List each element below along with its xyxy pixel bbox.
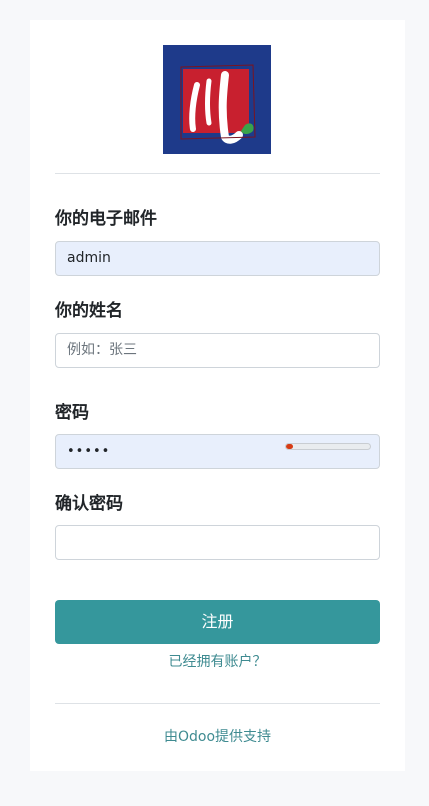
password-field[interactable]: •••••	[55, 434, 380, 469]
top-divider	[55, 173, 380, 174]
powered-by-link[interactable]: 由Odoo提供支持	[55, 726, 380, 746]
confirm-password-label: 确认密码	[55, 494, 123, 514]
password-mask: •••••	[67, 444, 111, 459]
password-label: 密码	[55, 403, 89, 423]
email-field[interactable]: admin	[55, 241, 380, 276]
name-label: 你的姓名	[55, 301, 123, 321]
password-strength-meter	[285, 443, 371, 450]
login-link[interactable]: 已经拥有账户？	[55, 651, 380, 671]
email-value: admin	[67, 250, 111, 266]
email-label: 你的电子邮件	[55, 209, 157, 229]
password-strength-fill	[286, 444, 293, 449]
signup-button[interactable]: 注册	[55, 600, 380, 644]
company-logo	[163, 45, 271, 154]
name-placeholder: 例如：张三	[67, 342, 137, 358]
name-field[interactable]: 例如：张三	[55, 333, 380, 368]
bottom-divider	[55, 703, 380, 704]
signup-card: 你的电子邮件 admin 你的姓名 例如：张三 密码 ••••• 确认密码 注册…	[30, 20, 405, 771]
confirm-password-field[interactable]	[55, 525, 380, 560]
